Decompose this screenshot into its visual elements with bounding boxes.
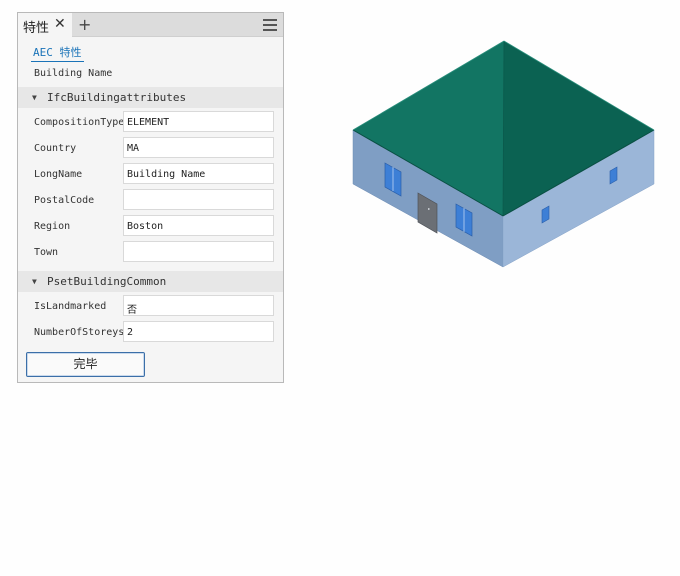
property-label: IsLandmarked: [34, 301, 107, 312]
property-value-field[interactable]: [123, 189, 274, 210]
section-psetbuildingcommon[interactable]: ▼ PsetBuildingCommon: [18, 271, 283, 292]
property-value-field[interactable]: [123, 241, 274, 262]
building-3d-view[interactable]: [350, 38, 658, 270]
property-row: NumberOfStoreys 2: [18, 321, 283, 343]
property-value-field[interactable]: 2: [123, 321, 274, 342]
property-row: CompositionType ELEMENT: [18, 111, 283, 133]
property-value-field[interactable]: Building Name: [123, 163, 274, 184]
done-button[interactable]: 完毕: [26, 352, 145, 377]
property-value-field[interactable]: ELEMENT: [123, 111, 274, 132]
tab-properties-label: 特性: [23, 21, 50, 36]
property-value-field[interactable]: 否: [123, 295, 274, 316]
palette-tab-bar: 特性 ✕ +: [18, 13, 283, 37]
property-row: Country MA: [18, 137, 283, 159]
properties-palette: 特性 ✕ + AEC 特性 Building Name ▼ IfcBuildin…: [17, 12, 284, 383]
section-title: PsetBuildingCommon: [47, 275, 167, 288]
property-row: Region Boston: [18, 215, 283, 237]
property-label: CompositionType: [34, 117, 125, 128]
close-icon[interactable]: ✕: [54, 16, 66, 32]
property-label: Country: [34, 143, 77, 154]
property-label: LongName: [34, 169, 83, 180]
section-title: IfcBuildingattributes: [47, 91, 187, 104]
property-label: Town: [34, 247, 59, 258]
property-label: Region: [34, 221, 71, 232]
section-ifcbuildingattributes[interactable]: ▼ IfcBuildingattributes: [18, 87, 283, 108]
building-name-label: Building Name: [34, 68, 113, 79]
aec-properties-link[interactable]: AEC 特性: [31, 44, 84, 62]
menu-icon[interactable]: [263, 19, 277, 31]
tab-properties[interactable]: 特性 ✕: [18, 13, 72, 37]
property-value-field[interactable]: MA: [123, 137, 274, 158]
property-value-field[interactable]: Boston: [123, 215, 274, 236]
property-row: IsLandmarked 否: [18, 295, 283, 317]
property-row: PostalCode: [18, 189, 283, 211]
property-row: LongName Building Name: [18, 163, 283, 185]
property-label: PostalCode: [34, 195, 95, 206]
property-row: Town: [18, 241, 283, 263]
add-icon[interactable]: +: [78, 15, 91, 34]
collapse-arrow-icon[interactable]: ▼: [32, 277, 37, 286]
property-label: NumberOfStoreys: [34, 327, 125, 338]
collapse-arrow-icon[interactable]: ▼: [32, 93, 37, 102]
